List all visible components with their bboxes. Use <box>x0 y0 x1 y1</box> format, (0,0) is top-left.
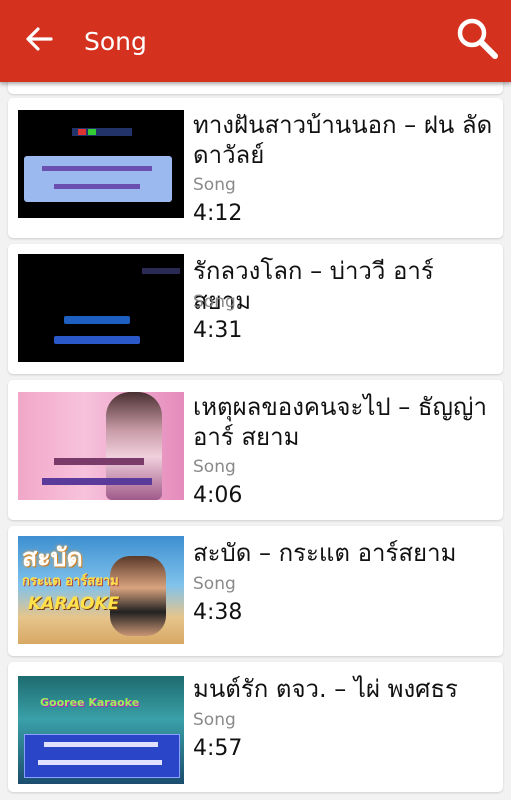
search-button[interactable] <box>451 14 503 66</box>
song-title: รักลวงโลก – บ่าววี อาร์ สยาม <box>193 257 434 315</box>
song-title: ทางฝันสาวบ้านนอก – ฝน ลัดดาวัลย์ <box>193 111 493 169</box>
song-card[interactable]: สะบัด กระแต อาร์สยาม KARAOKE สะบัด – กระ… <box>8 526 503 656</box>
song-type: Song <box>193 175 236 195</box>
thumbnail-banner-text: Gooree Karaoke <box>40 696 140 709</box>
song-duration: 4:38 <box>193 600 243 625</box>
song-duration: 4:31 <box>193 318 243 343</box>
song-title: สะบัด – กระแต อาร์สยาม <box>193 539 457 567</box>
song-duration: 4:12 <box>193 201 243 226</box>
song-title: มนต์รัก ตจว. – ไผ่ พงศธร <box>193 675 458 703</box>
thumbnail-karaoke-text: KARAOKE <box>28 594 120 614</box>
song-thumbnail <box>18 392 184 500</box>
thumbnail-artist-text: กระแต อาร์สยาม <box>22 574 119 589</box>
song-card[interactable]: รักลวงโลก – บ่าววี อาร์ สยาม Song 4:31 <box>8 244 503 374</box>
song-list[interactable]: ทางฝันสาวบ้านนอก – ฝน ลัดดาวัลย์ Song 4:… <box>0 82 511 800</box>
song-card[interactable]: Gooree Karaoke มนต์รัก ตจว. – ไผ่ พงศธร … <box>8 662 503 792</box>
song-card-partial[interactable] <box>8 82 503 94</box>
song-type: Song <box>193 574 236 594</box>
song-duration: 4:06 <box>193 483 243 508</box>
song-thumbnail: Gooree Karaoke <box>18 676 184 784</box>
song-type: Song <box>193 710 236 730</box>
app-bar: Song <box>0 0 511 82</box>
song-type: Song <box>193 292 236 312</box>
arrow-left-icon <box>25 25 53 57</box>
song-title: เหตุผลของคนจะไป – ธัญญ่า อาร์ สยาม <box>193 393 487 451</box>
song-type: Song <box>193 457 236 477</box>
page-title: Song <box>84 27 147 56</box>
song-card[interactable]: เหตุผลของคนจะไป – ธัญญ่า อาร์ สยาม Song … <box>8 380 503 520</box>
back-button[interactable] <box>16 18 62 64</box>
song-thumbnail <box>18 254 184 362</box>
search-icon <box>455 16 499 64</box>
song-thumbnail: สะบัด กระแต อาร์สยาม KARAOKE <box>18 536 184 644</box>
song-thumbnail <box>18 110 184 218</box>
song-duration: 4:57 <box>193 736 243 761</box>
song-card[interactable]: ทางฝันสาวบ้านนอก – ฝน ลัดดาวัลย์ Song 4:… <box>8 98 503 238</box>
